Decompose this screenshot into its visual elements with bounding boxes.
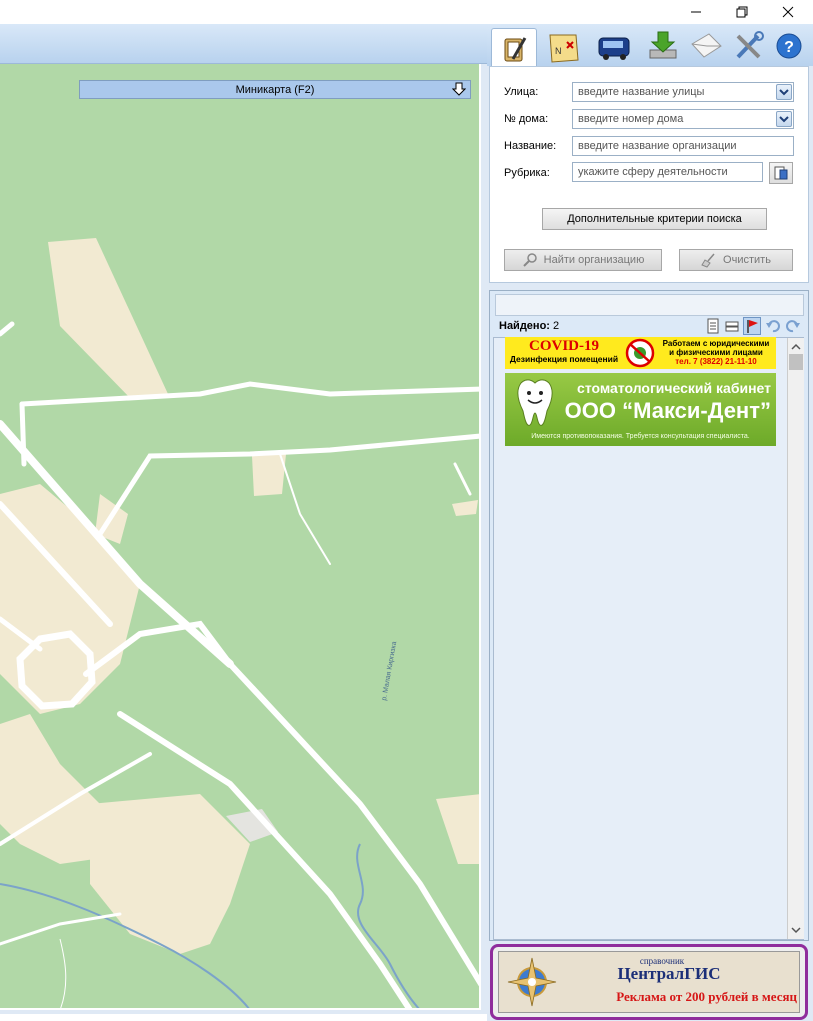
dental-ad-banner[interactable]: стоматологический кабинет ООО “Макси-Ден… — [505, 373, 776, 446]
arrow-down-icon — [452, 82, 466, 96]
house-dropdown-button[interactable] — [776, 111, 792, 127]
undo-button[interactable] — [765, 318, 781, 334]
house-combobox[interactable]: введите номер дома — [572, 109, 794, 129]
tooth-mascot-icon — [517, 379, 553, 426]
undo-icon — [766, 320, 780, 333]
dental-disclaimer: Имеются противопоказания. Требуется конс… — [531, 433, 750, 440]
clipboard-pencil-icon — [504, 36, 527, 61]
gis-ad-inner[interactable]: справочник ЦентралГИС Реклама от 200 руб… — [498, 951, 800, 1013]
found-number: 2 — [553, 320, 560, 332]
catalog-icon — [774, 166, 788, 180]
svg-text:N: N — [555, 46, 562, 56]
minimize-button[interactable] — [673, 0, 719, 24]
tab-transport[interactable] — [591, 28, 637, 66]
advanced-criteria-label: Дополнительные критерии поиска — [567, 213, 742, 225]
svg-text:?: ? — [784, 39, 794, 56]
chevron-down-icon — [791, 927, 801, 934]
compact-view-button[interactable] — [724, 318, 740, 334]
covid-line1: Работаем с юридическими — [662, 339, 770, 348]
compass-rose-icon — [507, 957, 557, 1007]
maximize-button[interactable] — [719, 0, 765, 24]
tab-search[interactable] — [491, 28, 537, 68]
settings-button[interactable] — [732, 30, 766, 62]
covid-phone: тел. 7 (3822) 21-11-10 — [675, 357, 757, 366]
gis-offer: Реклама от 200 рублей в месяц — [616, 989, 797, 1004]
tab-map[interactable]: N — [541, 28, 587, 66]
covid-ad-banner[interactable]: COVID-19 Дезинфекция помещений Работаем … — [505, 337, 776, 369]
dental-kind: стоматологический кабинет — [577, 380, 771, 396]
street-combobox[interactable]: введите название улицы — [572, 82, 794, 102]
category-label: Рубрика: — [504, 167, 550, 179]
find-organization-button[interactable]: Найти организацию — [504, 249, 662, 271]
name-input[interactable]: введите название организации — [572, 136, 794, 156]
results-header — [495, 294, 804, 316]
chevron-down-icon — [779, 116, 789, 123]
map-header — [0, 24, 487, 64]
found-count: Найдено: 2 — [499, 320, 559, 332]
magnifier-icon — [522, 253, 537, 267]
scrollbar-thumb[interactable] — [789, 354, 803, 370]
dental-name: ООО “Макси-Дент” — [564, 398, 771, 423]
download-icon — [649, 31, 677, 59]
chevron-down-icon — [779, 89, 789, 96]
download-button[interactable] — [646, 30, 680, 62]
map-view[interactable] — [0, 64, 481, 1010]
gis-brand: ЦентралГИС — [617, 964, 721, 983]
help-icon: ? — [776, 33, 802, 59]
rows-icon — [725, 321, 739, 332]
advanced-criteria-button[interactable]: Дополнительные критерии поиска — [542, 208, 767, 230]
find-organization-label: Найти организацию — [543, 254, 645, 266]
red-flag-icon — [747, 320, 758, 333]
minimap-toggle[interactable]: Миникарта (F2) — [79, 80, 471, 99]
tools-icon — [736, 31, 764, 59]
results-scrollbar[interactable] — [787, 338, 804, 939]
envelope-icon — [691, 33, 722, 58]
restore-icon — [736, 6, 748, 18]
minimap-label: Миникарта (F2) — [235, 83, 315, 96]
street-placeholder: введите название улицы — [578, 86, 705, 98]
document-list-icon — [707, 318, 719, 334]
mail-button[interactable] — [689, 30, 723, 62]
category-placeholder: укажите сферу деятельности — [578, 166, 728, 178]
redo-button[interactable] — [785, 318, 801, 334]
name-placeholder: введите название организации — [578, 140, 737, 152]
covid-subtitle: Дезинфекция помещений — [509, 354, 619, 364]
street-label: Улица: — [504, 86, 539, 98]
category-picker-button[interactable] — [769, 162, 793, 184]
chevron-up-icon — [791, 343, 801, 350]
name-label: Название: — [504, 140, 557, 152]
map-canvas[interactable] — [0, 64, 481, 1010]
redo-icon — [786, 320, 800, 333]
category-input[interactable]: укажите сферу деятельности — [572, 162, 763, 182]
covid-title: COVID-19 — [529, 338, 599, 354]
help-button[interactable]: ? — [775, 32, 803, 60]
house-placeholder: введите номер дома — [578, 113, 684, 125]
bus-icon — [598, 37, 630, 60]
clear-button[interactable]: Очистить — [679, 249, 793, 271]
treasure-map-icon: N — [549, 34, 579, 63]
house-label: № дома: — [504, 113, 549, 125]
clear-label: Очистить — [723, 254, 771, 266]
found-label: Найдено: — [499, 320, 550, 332]
close-icon — [782, 6, 794, 18]
virus-prohibited-icon — [625, 338, 655, 368]
list-view-button[interactable] — [705, 318, 721, 334]
minimize-icon — [691, 11, 701, 13]
street-dropdown-button[interactable] — [776, 84, 792, 100]
flag-filter-button[interactable] — [743, 317, 761, 335]
close-button[interactable] — [765, 0, 811, 24]
broom-icon — [701, 253, 715, 268]
covid-line2: и физическими лицами — [669, 348, 763, 357]
